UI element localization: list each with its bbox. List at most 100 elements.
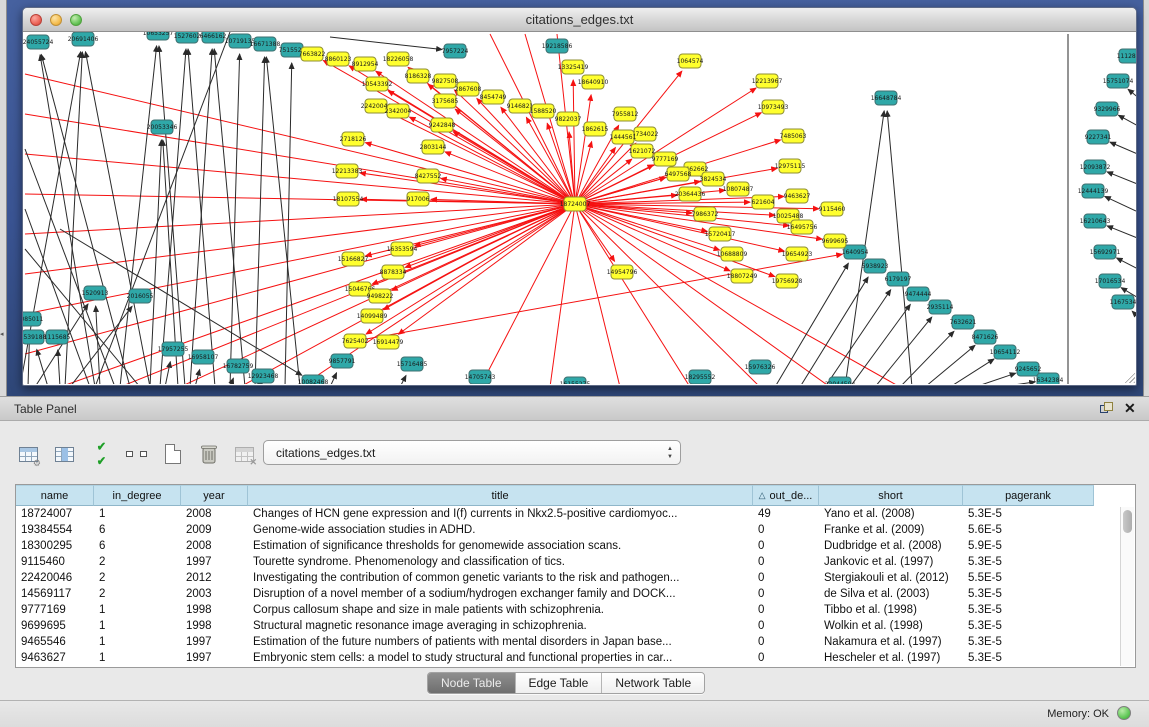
node-label: 9699695 [822, 238, 849, 245]
column-header-year[interactable]: year [181, 485, 248, 506]
table-row[interactable]: 1830029562008Estimation of significance … [16, 538, 1135, 554]
network-edge[interactable] [25, 194, 575, 204]
table-row[interactable]: 1872400712008Changes of HCN gene express… [16, 506, 1135, 522]
network-edge[interactable] [975, 373, 1016, 384]
column-header-in_degree[interactable]: in_degree [94, 485, 181, 506]
network-edge[interactable] [1117, 258, 1136, 270]
cell-name: 18724007 [16, 506, 94, 522]
table-row[interactable]: 1938455462009Genome-wide association stu… [16, 522, 1135, 538]
network-edge[interactable] [330, 37, 442, 50]
node-label: 18640910 [578, 79, 609, 86]
network-edge[interactable] [160, 49, 186, 384]
column-header-pagerank[interactable]: pagerank [963, 485, 1094, 506]
network-edge[interactable] [25, 204, 575, 274]
control-panel-edge[interactable]: ◂ [0, 0, 7, 396]
network-edge[interactable] [214, 49, 245, 384]
cell-name: 9463627 [16, 650, 94, 666]
node-label: 10543392 [362, 81, 393, 88]
network-edge[interactable] [25, 149, 115, 384]
table-settings-button[interactable]: ⚙ [15, 441, 42, 468]
network-edge[interactable] [58, 350, 60, 384]
column-header-name[interactable]: name [16, 485, 94, 506]
network-edge[interactable] [25, 204, 575, 234]
network-edge[interactable] [550, 204, 575, 384]
node-label: 8427552 [415, 173, 442, 180]
network-edge[interactable] [950, 359, 994, 384]
network-graph[interactable]: 1872400724055724206914061065325715276026… [23, 32, 1136, 384]
node-label: 15716485 [397, 361, 428, 368]
node-label: 14705743 [465, 374, 496, 381]
table-row[interactable]: 2242004622012Investigating the contribut… [16, 570, 1135, 586]
select-columns-button[interactable] [51, 441, 78, 468]
cell-name: 9465546 [16, 634, 94, 650]
network-edge[interactable] [875, 317, 932, 384]
network-edge[interactable] [887, 111, 912, 384]
tab-network-table[interactable]: Network Table [602, 673, 704, 693]
table-scrollbar[interactable] [1120, 507, 1134, 666]
new-table-button[interactable] [159, 441, 186, 468]
network-edge[interactable] [159, 46, 185, 384]
column-header-out_de[interactable]: △out_de... [753, 485, 819, 506]
network-edge[interactable] [1110, 142, 1136, 155]
network-edge[interactable] [1105, 196, 1136, 211]
float-panel-icon[interactable] [1100, 402, 1115, 417]
scrollbar-thumb[interactable] [1123, 510, 1132, 533]
network-edge[interactable] [1107, 226, 1136, 239]
table-selector-dropdown[interactable]: citations_edges.txt ▲▼ [263, 440, 681, 465]
table-row[interactable]: 946554611997Estimation of the future num… [16, 634, 1135, 650]
table-row[interactable]: 911546021997Tourette syndrome. Phenomeno… [16, 554, 1135, 570]
table-row[interactable]: 969969511998Structural magnetic resonanc… [16, 618, 1135, 634]
network-edge[interactable] [575, 204, 690, 384]
close-panel-icon[interactable]: ✕ [1124, 400, 1136, 417]
network-edge[interactable] [195, 370, 200, 384]
memory-ok-indicator[interactable] [1117, 706, 1131, 720]
network-edge[interactable] [1128, 89, 1136, 99]
network-canvas[interactable]: 1872400724055724206914061065325715276026… [23, 32, 1136, 384]
table-row[interactable]: 977716911998Corpus callosum shape and si… [16, 602, 1135, 618]
network-edge[interactable] [800, 277, 868, 384]
network-edge[interactable] [575, 204, 775, 277]
node-label: 20053346 [147, 124, 178, 131]
panel-collapse-icon[interactable]: ◂ [0, 330, 4, 338]
network-edge[interactable] [825, 290, 891, 384]
network-edge[interactable] [575, 204, 784, 251]
network-edge[interactable] [575, 148, 615, 204]
column-header-short[interactable]: short [819, 485, 963, 506]
network-window-titlebar[interactable]: citations_edges.txt [23, 8, 1136, 32]
network-edge[interactable] [1132, 311, 1136, 320]
cell-name: 22420046 [16, 570, 94, 586]
network-edge[interactable] [255, 57, 265, 384]
results-panel-edge[interactable] [1143, 0, 1149, 396]
network-edge[interactable] [575, 204, 900, 384]
toggle-rows-button[interactable] [123, 441, 150, 468]
network-edge[interactable] [1107, 172, 1136, 185]
network-edge[interactable] [480, 204, 575, 384]
table-body: 1872400712008Changes of HCN gene express… [16, 506, 1135, 666]
network-edge[interactable] [355, 254, 842, 341]
network-edge[interactable] [1000, 382, 1035, 384]
network-edge[interactable] [330, 373, 337, 384]
network-edge[interactable] [25, 114, 575, 204]
cell-pagerank: 5.3E-5 [963, 650, 1094, 666]
network-edge[interactable] [120, 46, 157, 384]
network-edge[interactable] [400, 376, 406, 384]
delete-table-button[interactable] [195, 441, 222, 468]
node-label: 1112845 [1117, 53, 1136, 60]
node-label: 621604 [752, 199, 775, 206]
network-edge[interactable] [925, 345, 975, 384]
cell-short: Wolkin et al. (1998) [819, 618, 963, 634]
tab-edge-table[interactable]: Edge Table [516, 673, 603, 693]
network-edge[interactable] [1118, 115, 1136, 127]
table-row[interactable]: 946362711997Embryonic stem cells: a mode… [16, 650, 1135, 666]
column-header-title[interactable]: title [248, 485, 753, 506]
network-edge[interactable] [37, 349, 48, 384]
tab-node-table[interactable]: Node Table [428, 673, 516, 693]
network-edge[interactable] [850, 304, 910, 384]
network-edge[interactable] [165, 362, 170, 384]
select-all-button[interactable]: ✔✔ [87, 441, 114, 468]
table-row[interactable]: 1456911722003Disruption of a novel membe… [16, 586, 1135, 602]
table-panel-titlebar[interactable]: Table Panel ✕ [0, 396, 1149, 421]
network-edge[interactable] [25, 154, 575, 204]
node-label: 19654923 [782, 251, 813, 258]
status-bar: Memory: OK [0, 700, 1149, 727]
